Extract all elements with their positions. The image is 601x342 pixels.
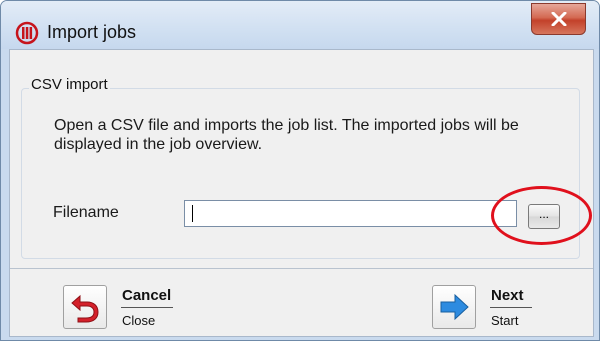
next-subtitle: Start xyxy=(491,313,519,328)
cancel-divider xyxy=(121,307,173,308)
text-caret xyxy=(192,205,193,222)
close-icon xyxy=(551,12,567,26)
csv-import-group xyxy=(21,88,580,259)
undo-arrow-icon xyxy=(63,285,107,329)
app-logo-icon xyxy=(15,21,39,45)
title-bar[interactable]: Import jobs xyxy=(1,1,599,49)
next-label: Next xyxy=(491,287,524,304)
import-jobs-window: Import jobs CSV import Open a CSV file a… xyxy=(0,0,600,341)
cancel-subtitle: Close xyxy=(122,313,156,328)
browse-button[interactable]: ... xyxy=(528,204,560,229)
window-title: Import jobs xyxy=(47,22,137,42)
footer-separator xyxy=(10,268,593,269)
filename-label: Filename xyxy=(53,204,119,221)
cancel-button[interactable]: Cancel Close xyxy=(63,285,223,340)
next-button[interactable]: Next Start xyxy=(432,285,592,340)
next-divider xyxy=(490,307,532,308)
close-button[interactable] xyxy=(531,3,586,35)
group-title: CSV import xyxy=(29,76,110,93)
cancel-label: Cancel xyxy=(122,287,172,304)
right-arrow-icon xyxy=(432,285,476,329)
description-text: Open a CSV file and imports the job list… xyxy=(54,117,519,153)
filename-input[interactable] xyxy=(184,200,517,227)
